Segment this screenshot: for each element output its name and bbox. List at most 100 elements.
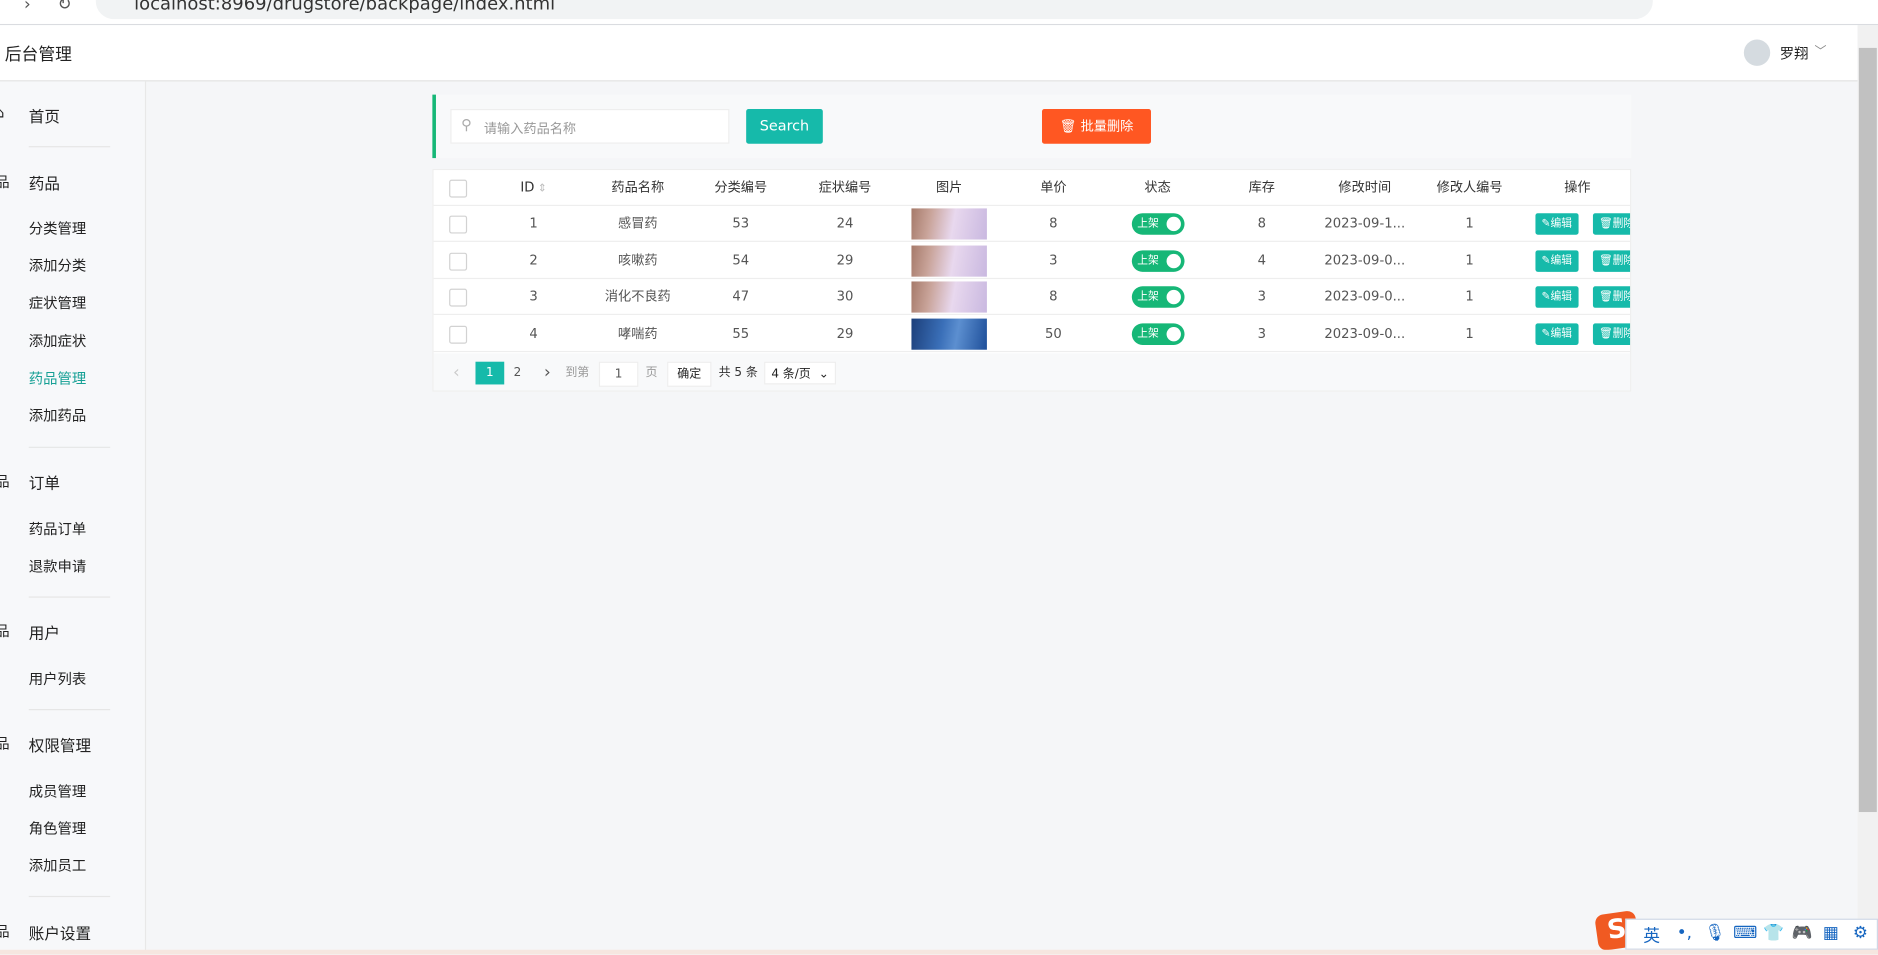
batch-delete-label: 批量删除 [1080,118,1134,135]
delete-button[interactable]: 🗑删除 [1592,249,1631,272]
sidebar-item[interactable]: 添加分类 [29,255,87,275]
header-label: ID [520,179,535,196]
sidebar-item[interactable]: 添加药品 [29,405,87,425]
delete-button[interactable]: 🗑删除 [1592,213,1631,235]
sidebar-group-1[interactable]: 药品 [29,171,60,194]
skin-icon[interactable]: 👕 [1763,923,1784,942]
row-checkbox[interactable] [449,288,468,307]
delete-button[interactable]: 🗑删除 [1592,286,1631,308]
row-checkbox[interactable] [449,325,468,344]
prev-page-icon[interactable]: ‹ [448,362,465,385]
toggle-knob [1165,289,1181,305]
edit-label: 编辑 [1550,217,1573,230]
cell-image [897,243,1001,279]
drug-image [911,281,987,313]
status-toggle[interactable]: 上架 [1131,213,1184,235]
sidebar-group-0[interactable]: 首页 [29,104,60,127]
edit-button[interactable]: ✎编辑 [1535,213,1579,235]
table-row: 2 咳嗽药 54 29 3 上架 4 2023-09-0... 1 ✎编辑 🗑删除 [433,243,1631,279]
search-input[interactable]: ⚲ 请输入药品名称 [450,108,730,144]
sidebar-divider [28,146,111,148]
page-2[interactable]: 2 [505,362,529,385]
cell-id: 4 [529,325,538,341]
page-1[interactable]: 1 [475,361,505,385]
cell-modified: 2023-09-0... [1324,288,1406,305]
browser-toolbar: › ↻ localhost:8969/drugstore/backpage/in… [0,0,1878,26]
delete-button[interactable]: 🗑删除 [1592,322,1631,345]
sidebar-group-5[interactable]: 账户设置 [29,921,91,944]
sidebar-item[interactable]: 添加员工 [29,856,87,876]
sidebar-item[interactable]: 退款申请 [29,556,87,576]
scrollbar[interactable] [1857,25,1878,955]
sidebar-item[interactable]: 药品订单 [29,519,87,539]
header-label: 库存 [1248,179,1275,196]
scrollbar-thumb[interactable] [1858,47,1877,813]
microphone-icon[interactable]: 🎙 [1704,923,1725,942]
status-toggle[interactable]: 上架 [1131,249,1184,272]
column-header: 症状编号 [793,170,897,206]
sidebar-item[interactable]: 分类管理 [29,218,87,238]
header-label: 操作 [1564,179,1591,196]
cell-stock: 3 [1257,325,1266,341]
app-window: › ↻ localhost:8969/drugstore/backpage/in… [0,0,1878,955]
keyboard-icon[interactable]: ⌨ [1733,923,1757,942]
edit-label: 编辑 [1550,254,1573,267]
delete-label: 删除 [1612,217,1630,230]
search-button[interactable]: Search [746,108,823,144]
chevron-down-icon[interactable]: ﹀ [1815,41,1827,59]
toggle-knob [1165,253,1181,268]
row-checkbox[interactable] [449,252,468,271]
sidebar-divider [28,596,111,598]
sidebar-group-2[interactable]: 订单 [29,471,60,493]
cell-modified: 2023-09-1... [1324,215,1406,232]
sidebar-item[interactable]: 症状管理 [29,293,87,313]
grid-icon: 品 [0,620,10,640]
sidebar-item[interactable]: 添加症状 [29,330,87,350]
sidebar-divider [28,709,111,711]
select-all-checkbox[interactable] [449,179,468,198]
goto-input[interactable]: 1 [598,361,639,387]
forward-icon[interactable]: › [24,0,31,14]
sort-icon[interactable]: ⇕ [534,183,547,195]
status-label: 上架 [1137,291,1159,304]
row-checkbox[interactable] [449,215,468,234]
avatar[interactable] [1743,39,1771,66]
sidebar-item[interactable]: 用户列表 [29,668,87,688]
sidebar-group-4[interactable]: 权限管理 [29,733,91,756]
confirm-button[interactable]: 确定 [667,361,712,387]
sidebar-item[interactable]: 成员管理 [29,781,87,801]
page-size-select[interactable]: 4 条/页 ⌄ [764,361,836,385]
sidebar-divider [28,446,111,448]
cell-stock: 3 [1257,288,1266,305]
cell-stock: 4 [1257,252,1266,268]
edit-label: 编辑 [1550,291,1573,304]
edit-button[interactable]: ✎编辑 [1535,249,1579,272]
batch-delete-button[interactable]: 🗑 批量删除 [1041,108,1151,144]
ime-lang-icon[interactable]: 英 [1643,923,1660,947]
cell-category: 47 [732,288,750,305]
sidebar-item[interactable]: 角色管理 [29,818,87,838]
delete-label: 删除 [1612,254,1630,267]
status-label: 上架 [1137,327,1159,340]
url-text[interactable]: localhost:8969/drugstore/backpage/index.… [134,0,555,14]
column-header: ID ⇕ [481,170,585,206]
reload-icon[interactable]: ↻ [57,0,71,14]
apps-icon[interactable]: ▦ [1823,923,1839,942]
column-header: 图片 [897,170,1001,206]
next-page-icon[interactable]: › [539,362,556,385]
edit-button[interactable]: ✎编辑 [1535,286,1579,308]
status-label: 上架 [1137,254,1159,267]
header-label: 症状编号 [818,179,872,196]
cell-id: 3 [529,288,538,305]
sidebar-item[interactable]: 药品管理 [29,367,87,387]
edit-button[interactable]: ✎编辑 [1535,322,1579,345]
toggle-knob [1165,216,1181,232]
toolbox-icon[interactable]: ⚙ [1853,923,1868,942]
cell-symptom: 30 [836,288,854,305]
status-toggle[interactable]: 上架 [1131,286,1184,308]
punctuation-icon[interactable]: •, [1677,923,1692,942]
user-name[interactable]: 罗翔 [1780,43,1809,63]
sidebar-group-3[interactable]: 用户 [29,620,60,643]
game-icon[interactable]: 🎮 [1792,923,1813,942]
status-toggle[interactable]: 上架 [1131,322,1184,345]
